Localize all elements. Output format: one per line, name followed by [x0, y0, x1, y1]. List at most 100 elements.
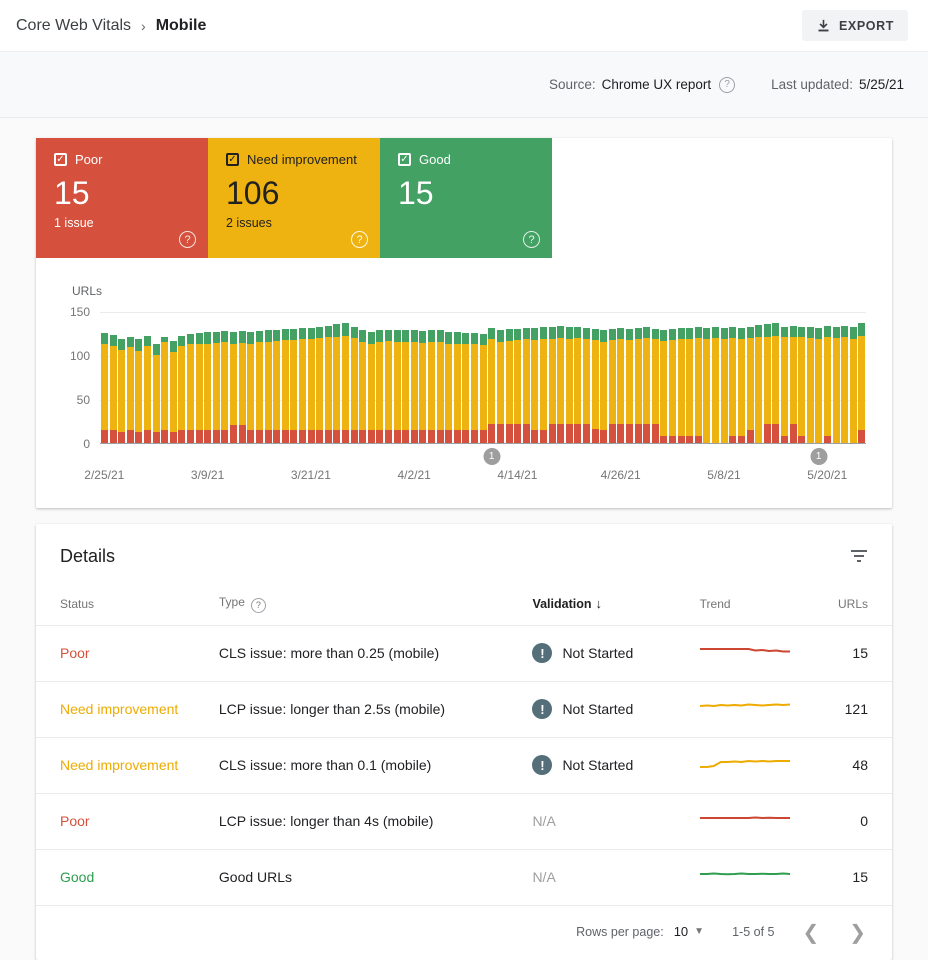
chart-bar[interactable]	[419, 331, 427, 443]
chart-bar[interactable]	[118, 339, 126, 443]
chart-bar[interactable]	[316, 326, 324, 443]
chart-bar[interactable]	[651, 328, 659, 443]
chart-bar[interactable]	[505, 329, 513, 443]
chart-bar[interactable]	[626, 328, 633, 443]
chart-bar[interactable]	[591, 328, 599, 443]
table-row[interactable]: Poor CLS issue: more than 0.25 (mobile)! N…	[36, 624, 892, 681]
chart-bar[interactable]	[600, 330, 608, 443]
chart-bar[interactable]	[694, 326, 702, 443]
row-status[interactable]: Good	[36, 848, 219, 905]
chart-bar[interactable]	[514, 328, 522, 443]
chart-bar[interactable]	[565, 326, 573, 443]
chart-bar[interactable]	[823, 325, 831, 443]
chart-bar[interactable]	[298, 327, 306, 443]
filter-icon[interactable]	[850, 549, 868, 564]
chart-bar[interactable]	[643, 326, 651, 443]
checkbox-checked-icon[interactable]: ✓	[398, 153, 411, 166]
table-row[interactable]: Need improvement LCP issue: longer than 2…	[36, 680, 892, 737]
chart-bar[interactable]	[617, 327, 625, 443]
chart-bar[interactable]	[144, 335, 152, 443]
chart-bar[interactable]	[135, 339, 143, 443]
previous-page-button[interactable]: ❮	[802, 922, 819, 942]
chart-bar[interactable]	[858, 323, 866, 443]
chart-bar[interactable]	[531, 327, 539, 443]
chart-bar[interactable]	[290, 328, 298, 443]
chart-bar[interactable]	[686, 327, 694, 443]
chart-bar[interactable]	[350, 326, 358, 443]
chart-bar[interactable]	[806, 326, 814, 443]
summary-card-need-improvement[interactable]: ✓ Need improvement 106 2 issues?	[208, 138, 380, 258]
summary-card-poor[interactable]: ✓ Poor 15 1 issue?	[36, 138, 208, 258]
chart-bar[interactable]	[557, 325, 565, 443]
chart-bar[interactable]	[798, 326, 806, 443]
chart-bar[interactable]	[574, 326, 582, 443]
breadcrumb-core-web-vitals[interactable]: Core Web Vitals	[16, 17, 131, 35]
chart-bar[interactable]	[496, 330, 504, 443]
chart-bar[interactable]	[479, 333, 487, 443]
chart-bar[interactable]	[247, 332, 255, 443]
header-validation[interactable]: Validation ↓	[532, 585, 699, 625]
export-button[interactable]: EXPORT	[802, 10, 908, 41]
row-type[interactable]: LCP issue: longer than 2.5s (mobile)	[218, 680, 533, 737]
chart-bar[interactable]	[841, 325, 849, 443]
chart-bar[interactable]	[703, 327, 711, 443]
chart-bar[interactable]	[737, 327, 745, 443]
chart-bar[interactable]	[333, 324, 341, 443]
chart-bar[interactable]	[393, 330, 401, 443]
chart-bar[interactable]	[169, 340, 177, 443]
chart-bar[interactable]	[729, 326, 737, 443]
chart-bar[interactable]	[772, 323, 780, 443]
chart-bar[interactable]	[548, 326, 556, 443]
row-status[interactable]: Need improvement	[36, 680, 219, 737]
chart-bar[interactable]	[453, 332, 461, 443]
chart-bar[interactable]	[815, 327, 823, 443]
chart-bar[interactable]	[212, 332, 220, 443]
chart-bar[interactable]	[187, 333, 195, 443]
chart-bar[interactable]	[359, 330, 367, 443]
chart-bar[interactable]	[746, 326, 754, 443]
chart-annotation-marker[interactable]: 1	[810, 448, 828, 465]
chart-bar[interactable]	[677, 327, 685, 443]
row-type[interactable]: Good URLs	[218, 848, 533, 905]
chart-bar[interactable]	[204, 332, 212, 443]
chart-annotation-marker[interactable]: 1	[483, 448, 501, 465]
chart-bar[interactable]	[849, 326, 857, 443]
next-page-button[interactable]: ❯	[849, 922, 866, 942]
chart-bar[interactable]	[230, 332, 238, 443]
type-help-icon[interactable]: ?	[250, 597, 266, 613]
chart-bar[interactable]	[101, 333, 108, 443]
card-help-icon[interactable]: ?	[523, 231, 540, 248]
chart-bar[interactable]	[385, 329, 393, 443]
row-type[interactable]: CLS issue: more than 0.1 (mobile)	[218, 736, 533, 793]
checkbox-checked-icon[interactable]: ✓	[54, 153, 67, 166]
row-status[interactable]: Poor	[36, 792, 219, 849]
chart-bar[interactable]	[410, 330, 418, 443]
chart-bar[interactable]	[195, 333, 203, 443]
chart-bar[interactable]	[720, 327, 728, 443]
chart-bar[interactable]	[255, 331, 263, 443]
chart-bar[interactable]	[462, 333, 470, 443]
chart-bar[interactable]	[755, 325, 763, 443]
chart-bar[interactable]	[471, 333, 479, 443]
chart-bar[interactable]	[763, 324, 771, 443]
row-type[interactable]: LCP issue: longer than 4s (mobile)	[218, 792, 533, 849]
chart-bar[interactable]	[152, 344, 160, 443]
chart-bar[interactable]	[402, 330, 410, 443]
chart-bar[interactable]	[445, 332, 453, 443]
chart-bar[interactable]	[238, 331, 246, 443]
row-status[interactable]: Poor	[36, 624, 219, 681]
table-row[interactable]: Good Good URLs N/A 15	[36, 848, 892, 905]
rows-per-page-select[interactable]: 10 ▼	[674, 924, 704, 939]
chart-bar[interactable]	[281, 328, 289, 443]
chart-bar[interactable]	[608, 328, 616, 443]
chart-bar[interactable]	[307, 327, 315, 443]
row-status[interactable]: Need improvement	[36, 736, 219, 793]
chart-bar[interactable]	[324, 325, 332, 443]
chart-bar[interactable]	[126, 336, 134, 443]
chart-bar[interactable]	[669, 328, 677, 443]
chart-bar[interactable]	[273, 329, 281, 443]
card-help-icon[interactable]: ?	[179, 231, 196, 248]
chart-bar[interactable]	[582, 327, 590, 443]
chart-bar[interactable]	[109, 334, 117, 443]
chart-bar[interactable]	[522, 327, 530, 443]
